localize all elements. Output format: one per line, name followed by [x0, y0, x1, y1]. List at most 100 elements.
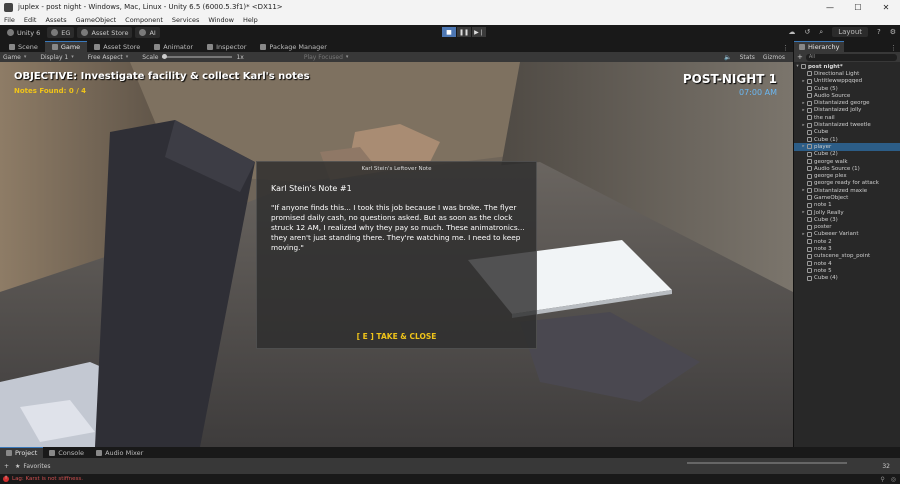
window-title: juplex - post night - Windows, Mac, Linu… [18, 3, 283, 11]
account-button[interactable]: EG [47, 27, 75, 38]
expand-arrow-icon[interactable]: ▸ [800, 144, 807, 149]
search-icon[interactable]: ⌕ [819, 28, 823, 37]
hierarchy-item[interactable]: ▸ player [794, 143, 900, 151]
hierarchy-item[interactable]: note 3 [794, 245, 900, 252]
scene-root-row[interactable]: ▾ post night* [794, 63, 900, 70]
menu-component[interactable]: Component [125, 16, 163, 24]
menu-window[interactable]: Window [208, 16, 234, 24]
expand-arrow-icon[interactable]: ▸ [800, 210, 807, 215]
tab-animator[interactable]: Animator [147, 41, 200, 52]
hierarchy-item[interactable]: cutscene_stop_point [794, 253, 900, 260]
hierarchy-options-icon[interactable]: ⋮ [890, 44, 897, 52]
add-asset-button[interactable]: + [4, 463, 9, 470]
asset-store-label: Asset Store [91, 28, 129, 37]
close-button[interactable]: ✕ [872, 0, 900, 14]
settings-gear-icon[interactable]: ⚙ [890, 28, 896, 36]
tab-asset-store[interactable]: Asset Store [87, 41, 147, 52]
step-button[interactable]: ▶❘ [472, 27, 486, 37]
game-mode-dropdown[interactable]: Game [3, 54, 26, 61]
hierarchy-item[interactable]: ▸ Distantaized jolly [794, 107, 900, 114]
hierarchy-item[interactable]: note 1 [794, 202, 900, 209]
notification-icon[interactable]: ◎ [891, 476, 896, 483]
mute-audio-icon[interactable]: 🔈 [724, 54, 731, 61]
hierarchy-item[interactable]: note 4 [794, 260, 900, 267]
hierarchy-item[interactable]: note 5 [794, 267, 900, 274]
tab-project[interactable]: Project [0, 447, 44, 458]
hierarchy-item[interactable]: Cube [794, 129, 900, 136]
expand-arrow-icon[interactable]: ▸ [800, 232, 807, 237]
hierarchy-item[interactable]: poster [794, 224, 900, 231]
game-view[interactable]: OBJECTIVE: Investigate facility & collec… [0, 62, 793, 447]
expand-arrow-icon[interactable]: ▾ [794, 64, 801, 69]
ai-button[interactable]: AI [135, 27, 160, 38]
tab-options-icon[interactable]: ⋮ [782, 44, 789, 52]
hierarchy-item[interactable]: Audio Source [794, 92, 900, 99]
tab-audio-mixer[interactable]: Audio Mixer [90, 447, 149, 458]
note-title: Karl Stein's Note #1 [271, 184, 352, 193]
unity-version-button[interactable]: Unity 6 [3, 27, 44, 38]
menu-help[interactable]: Help [243, 16, 258, 24]
hierarchy-item[interactable]: ▸ Distantaized tweetle [794, 121, 900, 128]
hierarchy-item[interactable]: ▸ Jolly Really [794, 209, 900, 216]
hierarchy-item[interactable]: Cube (5) [794, 85, 900, 92]
expand-arrow-icon[interactable]: ▸ [800, 79, 807, 84]
status-message[interactable]: Lag: Karst is not stiffness. [12, 476, 83, 482]
hierarchy-item-label: Cube [814, 129, 829, 136]
hierarchy-item[interactable]: Cube (4) [794, 275, 900, 282]
hierarchy-item[interactable]: GameObject [794, 194, 900, 201]
expand-arrow-icon[interactable]: ▸ [800, 108, 807, 113]
minimize-button[interactable]: — [816, 0, 844, 14]
help-icon[interactable]: ? [877, 28, 881, 36]
menu-bar: File Edit Assets GameObject Component Se… [0, 14, 900, 25]
hierarchy-item[interactable]: ▸ Distantaized maxie [794, 187, 900, 194]
hierarchy-item[interactable]: the nail [794, 114, 900, 121]
tab-console[interactable]: Console [43, 447, 90, 458]
hierarchy-item[interactable]: george walk [794, 158, 900, 165]
expand-arrow-icon[interactable]: ▸ [800, 123, 807, 128]
hierarchy-item[interactable]: ▸ Cubeeer Variant [794, 231, 900, 238]
menu-gameobject[interactable]: GameObject [76, 16, 117, 24]
menu-edit[interactable]: Edit [24, 16, 37, 24]
hierarchy-item[interactable]: note 2 [794, 238, 900, 245]
display-dropdown[interactable]: Display 1 [40, 54, 73, 61]
take-close-button[interactable]: [ E ] TAKE & CLOSE [257, 332, 536, 341]
history-icon[interactable]: ↺ [804, 28, 810, 36]
tab-scene[interactable]: Scene [2, 41, 45, 52]
menu-services[interactable]: Services [172, 16, 199, 24]
favorites-label[interactable]: Favorites [23, 463, 50, 470]
asset-size-slider[interactable] [687, 462, 847, 464]
hierarchy-item[interactable]: Cube (3) [794, 216, 900, 223]
gizmos-button[interactable]: Gizmos [763, 54, 785, 61]
expand-arrow-icon[interactable]: ▸ [800, 188, 807, 193]
hierarchy-item[interactable]: ▸ Untitlewwppqqed [794, 78, 900, 85]
hierarchy-search-input[interactable]: All [805, 53, 897, 61]
aspect-dropdown[interactable]: Free Aspect [88, 54, 129, 61]
tab-package-manager[interactable]: Package Manager [253, 41, 334, 52]
play-focused-dropdown[interactable]: Play Focused [304, 54, 349, 61]
layout-dropdown[interactable]: Layout [832, 27, 868, 37]
stats-button[interactable]: Stats [740, 54, 755, 61]
menu-assets[interactable]: Assets [45, 16, 66, 24]
scale-slider[interactable] [162, 54, 233, 59]
play-button[interactable]: ■ [442, 27, 456, 37]
hierarchy-item-label: george plex [814, 173, 847, 180]
tab-game[interactable]: Game [44, 41, 88, 52]
hierarchy-item[interactable]: Audio Source (1) [794, 165, 900, 172]
add-object-button[interactable]: + [797, 53, 803, 61]
hierarchy-item[interactable]: ▸ Distantaized george [794, 99, 900, 106]
cloud-icon[interactable]: ☁ [788, 28, 795, 36]
pause-button[interactable]: ❚❚ [457, 27, 471, 37]
tab-hierarchy[interactable]: Hierarchy [794, 41, 845, 52]
tab-inspector[interactable]: Inspector [200, 41, 253, 52]
hierarchy-item[interactable]: george plex [794, 172, 900, 179]
hierarchy-item[interactable]: Cube (2) [794, 151, 900, 158]
menu-file[interactable]: File [4, 16, 15, 24]
gameobject-cube-icon [807, 202, 812, 208]
debug-icon[interactable]: ⚲ [880, 476, 884, 483]
expand-arrow-icon[interactable]: ▸ [800, 101, 807, 106]
hierarchy-item[interactable]: Cube (1) [794, 136, 900, 143]
hierarchy-item[interactable]: Directional Light [794, 70, 900, 77]
asset-store-button[interactable]: Asset Store [77, 27, 133, 38]
maximize-button[interactable]: ☐ [844, 0, 872, 14]
hierarchy-item[interactable]: george ready for attack [794, 180, 900, 187]
